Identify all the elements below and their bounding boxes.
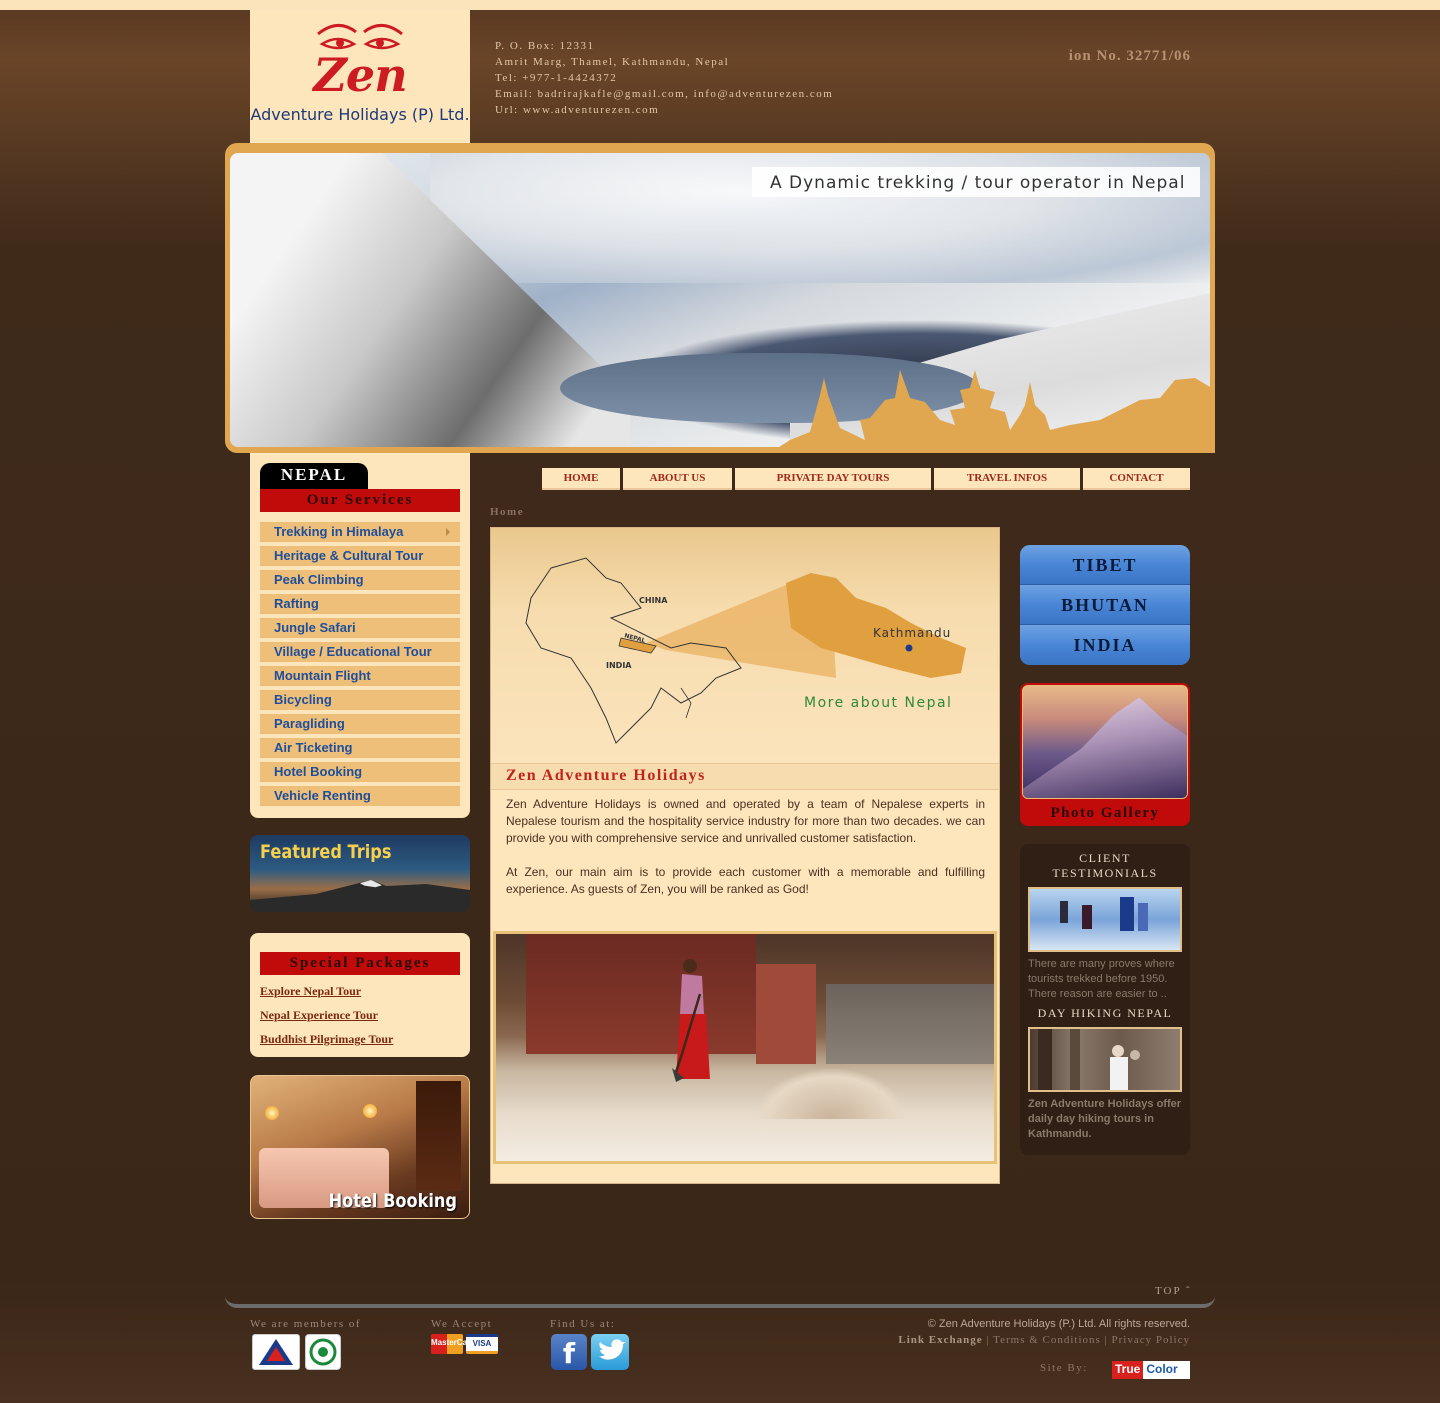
- url: Url: www.adventurezen.com: [495, 104, 660, 116]
- site-by-label: Site By:: [1040, 1362, 1088, 1374]
- footer-divider: [225, 1284, 1215, 1308]
- nepal-map[interactable]: CHINA INDIA NEPAL Kathmandu More about N…: [491, 528, 999, 763]
- special-package-link[interactable]: Nepal Experience Tour: [260, 1007, 393, 1023]
- day-hiking-photo[interactable]: [1028, 1027, 1182, 1092]
- back-to-top-link[interactable]: TOP ˆ: [1155, 1285, 1192, 1297]
- country-india[interactable]: INDIA: [1020, 625, 1190, 665]
- service-item[interactable]: Village / Educational Tour: [260, 642, 460, 662]
- section-title: Zen Adventure Holidays: [491, 763, 999, 790]
- temple-silhouette-icon: [770, 370, 1215, 453]
- service-item[interactable]: Hotel Booking: [260, 762, 460, 782]
- service-item[interactable]: Bicycling: [260, 690, 460, 710]
- footer-links: Link Exchange | Terms & Conditions | Pri…: [898, 1334, 1190, 1346]
- copyright-text: © Zen Adventure Holidays (P.) Ltd. All r…: [927, 1318, 1190, 1330]
- service-item[interactable]: Trekking in Himalaya: [260, 522, 460, 542]
- service-item[interactable]: Mountain Flight: [260, 666, 460, 686]
- special-packages-list: Explore Nepal Tour Nepal Experience Tour…: [260, 983, 393, 1055]
- truecolor-logo-true: True: [1112, 1361, 1144, 1379]
- woman-figure: [672, 959, 710, 1082]
- day-hiking-text[interactable]: Zen Adventure Holidays offer daily day h…: [1028, 1097, 1183, 1142]
- members-label: We are members of: [250, 1318, 362, 1330]
- photo-gallery[interactable]: Photo Gallery: [1020, 683, 1190, 826]
- map-label-kathmandu: Kathmandu: [873, 626, 952, 640]
- mastercard-icon: MasterCard: [431, 1334, 475, 1354]
- service-item[interactable]: Jungle Safari: [260, 618, 460, 638]
- map-label-china: CHINA: [639, 596, 668, 605]
- accept-label: We Accept: [431, 1318, 493, 1330]
- truecolor-logo-color: Color: [1146, 1362, 1178, 1376]
- country-menu: TIBET BHUTAN INDIA: [1020, 545, 1190, 665]
- south-asia-map-icon: [525, 557, 966, 744]
- photo-gallery-label: Photo Gallery: [1050, 805, 1160, 821]
- tab-nepal[interactable]: NEPAL: [260, 463, 368, 489]
- hotel-booking-label: Hotel Booking: [328, 1190, 457, 1212]
- map-label-india: INDIA: [606, 661, 632, 670]
- hotel-booking-banner[interactable]: Hotel Booking: [250, 1075, 470, 1219]
- nav-about-us[interactable]: ABOUT US: [623, 468, 732, 490]
- featured-trips-label: Featured Trips: [260, 841, 392, 863]
- contact-address: P. O. Box: 12331 Amrit Marg, Thamel, Kat…: [495, 38, 833, 118]
- visa-icon: VISA: [466, 1334, 498, 1354]
- logo-word: Zen: [313, 48, 407, 102]
- po-box: P. O. Box: 12331: [495, 40, 595, 52]
- nma-logo-icon[interactable]: [252, 1334, 300, 1370]
- service-item[interactable]: Peak Climbing: [260, 570, 460, 590]
- country-tibet[interactable]: TIBET: [1020, 545, 1190, 585]
- special-package-link[interactable]: Explore Nepal Tour: [260, 983, 393, 999]
- featured-trips-banner[interactable]: Featured Trips: [250, 835, 470, 912]
- intro-paragraph: Zen Adventure Holidays is owned and oper…: [506, 797, 985, 845]
- country-bhutan[interactable]: BHUTAN: [1020, 585, 1190, 625]
- top-label: TOP: [1155, 1285, 1182, 1297]
- main-content: CHINA INDIA NEPAL Kathmandu More about N…: [490, 527, 1000, 1184]
- breadcrumb[interactable]: Home: [490, 506, 524, 518]
- taan-logo-icon[interactable]: [305, 1334, 341, 1370]
- day-hiking-title: DAY HIKING NEPAL: [1037, 1006, 1173, 1020]
- main-nav: HOME ABOUT US PRIVATE DAY TOURS TRAVEL I…: [542, 468, 1190, 490]
- terms-link[interactable]: Terms & Conditions: [993, 1334, 1101, 1346]
- registration-number: ion No. 32771/06: [1068, 48, 1191, 64]
- find-us-label: Find Us at:: [550, 1318, 616, 1330]
- chevron-up-icon: ˆ: [1185, 1285, 1192, 1297]
- nav-private-day-tours[interactable]: PRIVATE DAY TOURS: [735, 468, 931, 490]
- special-packages-title: Special Packages: [260, 952, 460, 975]
- testimonial-text[interactable]: There are many proves where tourists tre…: [1028, 957, 1183, 1002]
- service-item[interactable]: Rafting: [260, 594, 460, 614]
- service-item[interactable]: Air Ticketing: [260, 738, 460, 758]
- banner-tagline: A Dynamic trekking / tour operator in Ne…: [752, 167, 1200, 197]
- logo[interactable]: Zen Adventure Holidays (P) Ltd.: [250, 10, 470, 144]
- logo-subtitle: Adventure Holidays (P) Ltd.: [250, 105, 470, 124]
- testimonial-photo[interactable]: [1028, 887, 1182, 952]
- nav-travel-infos[interactable]: TRAVEL INFOS: [934, 468, 1080, 490]
- special-package-link[interactable]: Buddhist Pilgrimage Tour: [260, 1031, 393, 1047]
- street: Amrit Marg, Thamel, Kathmandu, Nepal: [495, 56, 730, 68]
- testimonials-title: CLIENT TESTIMONIALS: [1052, 851, 1158, 880]
- more-about-nepal-link[interactable]: More about Nepal: [804, 695, 952, 711]
- email: Email: badrirajkafle@gmail.com, info@adv…: [495, 88, 834, 100]
- truecolor-logo[interactable]: True Color: [1112, 1361, 1190, 1379]
- services-title: Our Services: [260, 489, 460, 512]
- village-photo: [493, 931, 997, 1164]
- service-item[interactable]: Heritage & Cultural Tour: [260, 546, 460, 566]
- link-exchange-link[interactable]: Link Exchange: [898, 1334, 982, 1346]
- service-item[interactable]: Vehicle Renting: [260, 786, 460, 806]
- privacy-link[interactable]: Privacy Policy: [1112, 1334, 1190, 1346]
- telephone: Tel: +977-1-4424372: [495, 72, 618, 84]
- nav-home[interactable]: HOME: [542, 468, 620, 490]
- service-item[interactable]: Paragliding: [260, 714, 460, 734]
- intro-text: Zen Adventure Holidays is owned and oper…: [506, 796, 985, 915]
- intro-paragraph: At Zen, our main aim is to provide each …: [506, 865, 985, 896]
- nav-contact[interactable]: CONTACT: [1083, 468, 1190, 490]
- services-menu: Trekking in Himalaya Heritage & Cultural…: [260, 522, 460, 810]
- facebook-icon[interactable]: f: [551, 1334, 587, 1370]
- twitter-icon[interactable]: [591, 1334, 629, 1370]
